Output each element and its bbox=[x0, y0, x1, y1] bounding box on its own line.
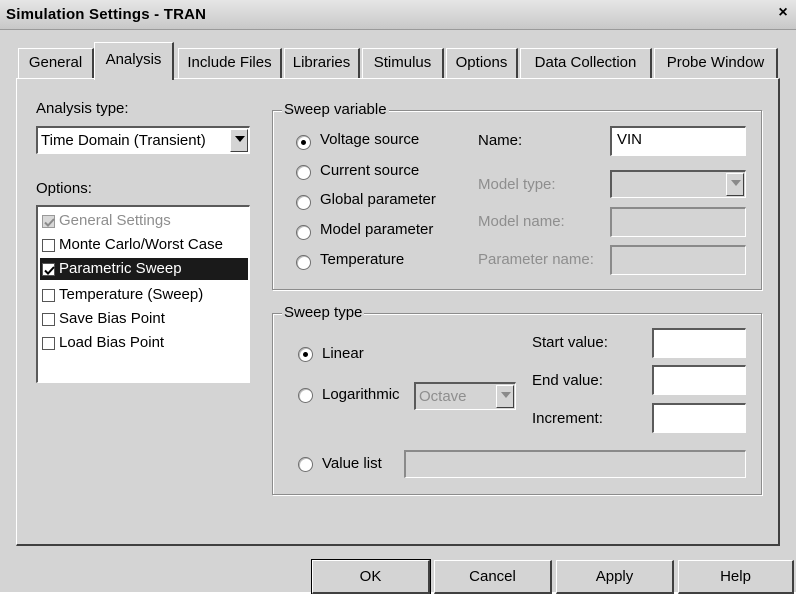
tab-label: Stimulus bbox=[373, 54, 432, 71]
title-bar: Simulation Settings - TRAN × bbox=[0, 0, 796, 30]
options-listbox[interactable]: General Settings Monte Carlo/Worst Case … bbox=[36, 205, 250, 383]
close-button[interactable]: × bbox=[774, 5, 792, 23]
radio-dot bbox=[301, 140, 306, 145]
name-input[interactable]: VIN bbox=[610, 126, 746, 156]
log-scale-value: Octave bbox=[419, 388, 467, 405]
chevron-down-icon[interactable] bbox=[496, 385, 514, 408]
list-item[interactable]: General Settings bbox=[40, 210, 248, 232]
sweep-type-title: Sweep type bbox=[282, 304, 365, 321]
radio-global-parameter-label: Global parameter bbox=[320, 191, 436, 208]
increment-label: Increment: bbox=[532, 410, 603, 427]
tab-data-collection[interactable]: Data Collection bbox=[520, 48, 652, 78]
tab-analysis[interactable]: Analysis bbox=[94, 42, 174, 80]
radio-current-source[interactable] bbox=[296, 165, 311, 180]
radio-voltage-source[interactable] bbox=[296, 135, 311, 150]
radio-value-list[interactable] bbox=[298, 457, 313, 472]
name-value: VIN bbox=[617, 131, 643, 148]
check-icon bbox=[44, 218, 55, 227]
tab-label: Options bbox=[455, 54, 508, 71]
radio-global-parameter[interactable] bbox=[296, 195, 311, 210]
radio-model-parameter-label: Model parameter bbox=[320, 221, 434, 238]
cancel-button[interactable]: Cancel bbox=[434, 560, 552, 594]
window-title: Simulation Settings - TRAN bbox=[6, 6, 207, 23]
tab-options[interactable]: Options bbox=[446, 48, 518, 78]
radio-dot bbox=[303, 352, 308, 357]
radio-temperature-label: Temperature bbox=[320, 251, 405, 268]
parameter-name-input[interactable] bbox=[610, 245, 746, 275]
list-item-label: Save Bias Point bbox=[59, 310, 165, 327]
start-value-input[interactable] bbox=[652, 328, 746, 358]
ok-button-label: OK bbox=[359, 568, 382, 585]
tab-include-files[interactable]: Include Files bbox=[178, 48, 282, 78]
tab-label: Probe Window bbox=[666, 54, 765, 71]
checkbox[interactable] bbox=[42, 263, 55, 276]
tab-libraries[interactable]: Libraries bbox=[284, 48, 360, 78]
checkbox[interactable] bbox=[42, 239, 55, 252]
tab-label: Data Collection bbox=[534, 54, 637, 71]
tab-label: Analysis bbox=[105, 51, 162, 68]
tab-stimulus[interactable]: Stimulus bbox=[362, 48, 444, 78]
analysis-type-value: Time Domain (Transient) bbox=[41, 132, 206, 149]
list-item[interactable]: Load Bias Point bbox=[40, 332, 248, 354]
end-value-label: End value: bbox=[532, 372, 603, 389]
list-item[interactable]: Temperature (Sweep) bbox=[40, 284, 248, 306]
checkbox[interactable] bbox=[42, 215, 55, 228]
checkbox[interactable] bbox=[42, 337, 55, 350]
tab-label: Include Files bbox=[187, 54, 272, 71]
radio-model-parameter[interactable] bbox=[296, 225, 311, 240]
ok-button[interactable]: OK bbox=[311, 559, 431, 594]
help-button-label: Help bbox=[720, 568, 751, 585]
list-item-label: Load Bias Point bbox=[59, 334, 165, 351]
cancel-button-label: Cancel bbox=[469, 568, 516, 585]
tab-label: General bbox=[28, 54, 83, 71]
radio-linear[interactable] bbox=[298, 347, 313, 362]
checkbox[interactable] bbox=[42, 289, 55, 302]
model-name-input[interactable] bbox=[610, 207, 746, 237]
check-icon bbox=[44, 266, 55, 275]
name-label: Name: bbox=[478, 132, 523, 149]
list-item-label: General Settings bbox=[59, 212, 171, 229]
radio-value-list-label: Value list bbox=[322, 455, 382, 472]
chevron-down-icon[interactable] bbox=[230, 129, 248, 152]
chevron-down-icon[interactable] bbox=[726, 173, 744, 196]
tab-general[interactable]: General bbox=[18, 48, 94, 78]
help-button[interactable]: Help bbox=[678, 560, 794, 594]
apply-button-label: Apply bbox=[595, 568, 634, 585]
model-type-dropdown[interactable] bbox=[610, 170, 746, 198]
parameter-name-label: Parameter name: bbox=[478, 251, 594, 268]
model-type-label: Model type: bbox=[478, 176, 556, 193]
radio-logarithmic-label: Logarithmic bbox=[322, 386, 400, 403]
dialog-window: Simulation Settings - TRAN × General Ana… bbox=[0, 0, 796, 594]
checkbox[interactable] bbox=[42, 313, 55, 326]
value-list-input[interactable] bbox=[404, 450, 746, 478]
analysis-type-dropdown[interactable]: Time Domain (Transient) bbox=[36, 126, 250, 154]
list-item-selected[interactable]: Parametric Sweep bbox=[40, 258, 248, 280]
radio-current-source-label: Current source bbox=[320, 162, 420, 179]
analysis-type-label: Analysis type: bbox=[36, 100, 129, 117]
list-item-label: Parametric Sweep bbox=[59, 260, 182, 277]
radio-voltage-source-label: Voltage source bbox=[320, 131, 420, 148]
list-item[interactable]: Save Bias Point bbox=[40, 308, 248, 330]
start-value-label: Start value: bbox=[532, 334, 608, 351]
log-scale-dropdown[interactable]: Octave bbox=[414, 382, 516, 410]
list-item[interactable]: Monte Carlo/Worst Case bbox=[40, 234, 248, 256]
model-name-label: Model name: bbox=[478, 213, 565, 230]
end-value-input[interactable] bbox=[652, 365, 746, 395]
tab-label: Libraries bbox=[292, 54, 351, 71]
apply-button[interactable]: Apply bbox=[556, 560, 674, 594]
sweep-variable-title: Sweep variable bbox=[282, 101, 389, 118]
tab-probe-window[interactable]: Probe Window bbox=[654, 48, 778, 78]
radio-linear-label: Linear bbox=[322, 345, 364, 362]
radio-temperature[interactable] bbox=[296, 255, 311, 270]
list-item-label: Monte Carlo/Worst Case bbox=[59, 236, 223, 253]
radio-logarithmic[interactable] bbox=[298, 388, 313, 403]
increment-input[interactable] bbox=[652, 403, 746, 433]
list-item-label: Temperature (Sweep) bbox=[59, 286, 204, 303]
options-label: Options: bbox=[36, 180, 92, 197]
